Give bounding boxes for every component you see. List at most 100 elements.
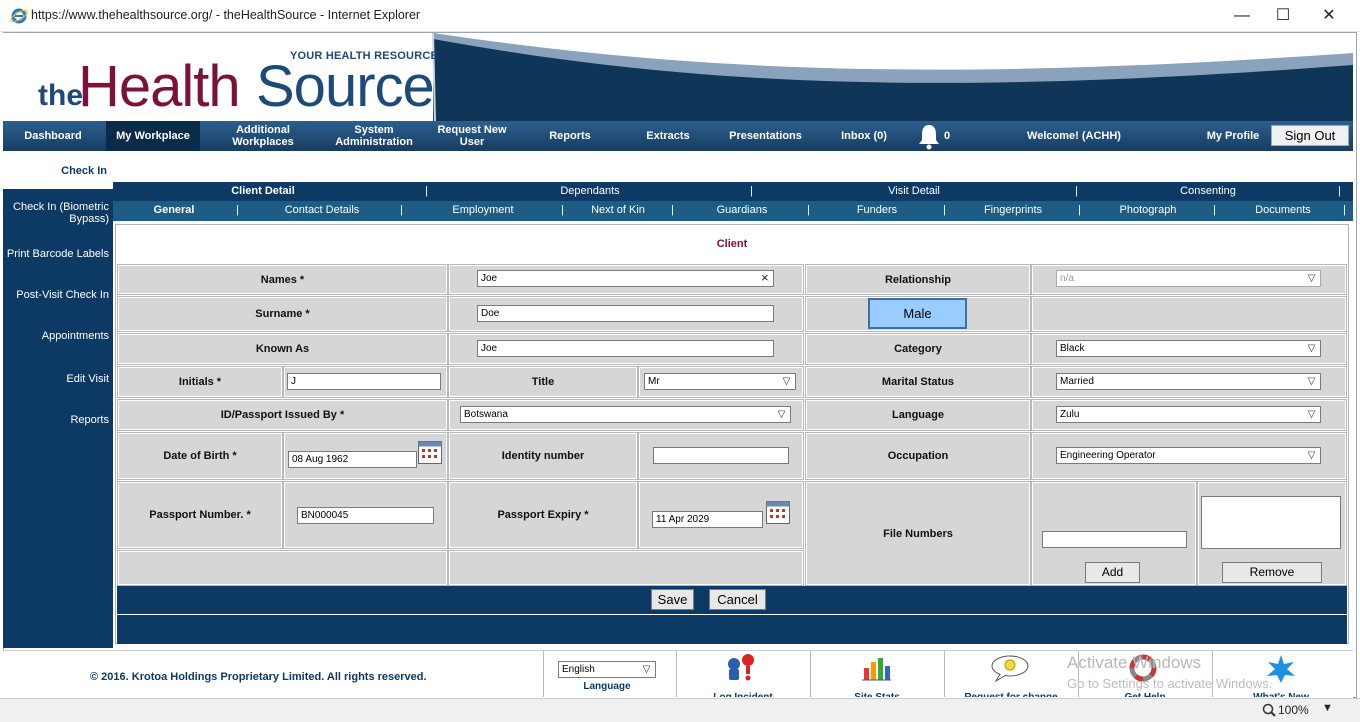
remove-file-number-button[interactable]: Remove: [1222, 562, 1322, 583]
cancel-button[interactable]: Cancel: [709, 589, 766, 610]
log-incident-link[interactable]: Log Incident: [680, 689, 806, 697]
chevron-down-icon: ▽: [1307, 376, 1316, 387]
maximize-button[interactable]: ☐: [1260, 4, 1306, 28]
sign-out-button[interactable]: Sign Out: [1271, 125, 1349, 146]
language-select[interactable]: Zulu ▽: [1056, 406, 1321, 423]
marital-status-label: Marital Status: [805, 366, 1031, 398]
request-for-change-link[interactable]: Request for change: [948, 689, 1074, 697]
empty-cell: [117, 550, 448, 586]
tab-dependants[interactable]: Dependants: [500, 182, 680, 201]
browser-title-bar: https://www.thehealthsource.org/ - theHe…: [0, 0, 1360, 32]
sidebar-item-edit-visit[interactable]: Edit Visit: [3, 373, 111, 385]
nav-system-administration[interactable]: System Administration: [323, 121, 425, 151]
category-select[interactable]: Black ▽: [1056, 340, 1321, 357]
chevron-down-icon: ▽: [1307, 450, 1316, 461]
initials-label: Initials *: [117, 366, 283, 398]
zoom-level[interactable]: 100%: [1278, 703, 1309, 717]
names-input[interactable]: Joe: [477, 270, 774, 287]
sidebar-item-post-visit[interactable]: Post-Visit Check In: [3, 289, 111, 301]
activate-windows-subtext: Go to Settings to activate Windows.: [1067, 676, 1273, 691]
chevron-down-icon: ▽: [1307, 343, 1316, 354]
known-as-label: Known As: [117, 333, 448, 365]
tab-consenting[interactable]: Consenting: [1118, 182, 1298, 201]
section-title: Client: [118, 227, 1346, 261]
nav-presentations[interactable]: Presentations: [718, 121, 813, 151]
calendar-icon[interactable]: [766, 501, 790, 524]
surname-label: Surname *: [117, 296, 448, 332]
initials-input[interactable]: J: [287, 373, 441, 390]
footer-language-value: English: [562, 664, 595, 675]
passport-number-label: Passport Number. *: [117, 481, 283, 549]
tab-visit-detail[interactable]: Visit Detail: [824, 182, 1004, 201]
file-number-list[interactable]: [1201, 496, 1341, 549]
gender-male-button[interactable]: Male: [868, 298, 967, 329]
file-number-input[interactable]: [1042, 531, 1187, 548]
tab-client-detail[interactable]: Client Detail: [173, 182, 353, 201]
nav-inbox[interactable]: Inbox (0): [828, 121, 900, 151]
empty-cell: [1031, 296, 1347, 332]
tab-next-of-kin[interactable]: Next of Kin: [578, 201, 658, 220]
tab-separator: |: [1338, 185, 1341, 197]
occupation-select[interactable]: Engineering Operator ▽: [1056, 447, 1321, 464]
id-issued-select[interactable]: Botswana ▽: [460, 406, 791, 423]
tab-employment[interactable]: Employment: [438, 201, 528, 220]
tab-photograph[interactable]: Photograph: [1108, 201, 1188, 220]
logo-source: Source: [256, 54, 435, 119]
tab-fingerprints[interactable]: Fingerprints: [973, 201, 1053, 220]
title-select[interactable]: Mr ▽: [644, 373, 796, 390]
identity-number-input[interactable]: [653, 447, 789, 464]
copyright-text: © 2016. Krotoa Holdings Proprietary Limi…: [90, 671, 427, 683]
sidebar-item-appointments[interactable]: Appointments: [3, 330, 111, 342]
title-value: Mr: [648, 376, 660, 387]
site-logo[interactable]: YOUR HEALTH RESOURCE the Health Source: [38, 39, 438, 119]
tab-contact-details[interactable]: Contact Details: [273, 201, 371, 220]
sidebar-item-reports[interactable]: Reports: [3, 414, 111, 426]
chevron-down-icon: ▽: [642, 664, 651, 675]
relationship-select[interactable]: n/a ▽: [1056, 270, 1321, 287]
tab-documents[interactable]: Documents: [1243, 201, 1323, 220]
nav-additional-workplaces[interactable]: Additional Workplaces: [218, 121, 308, 151]
surname-input[interactable]: Doe: [477, 305, 774, 322]
chevron-down-icon: ▽: [1307, 273, 1316, 284]
tab-funders[interactable]: Funders: [838, 201, 916, 220]
passport-number-input[interactable]: BN000045: [297, 507, 434, 524]
passport-expiry-input[interactable]: 11 Apr 2029: [652, 511, 763, 528]
nav-my-workplace[interactable]: My Workplace: [106, 121, 200, 151]
nav-my-profile[interactable]: My Profile: [1198, 121, 1268, 151]
logo-the: the: [38, 79, 83, 112]
chart-stats-icon[interactable]: [860, 654, 892, 682]
sidebar-item-check-in[interactable]: Check In: [61, 165, 107, 177]
primary-tabs: Client Detail | Dependants | Visit Detai…: [113, 182, 1353, 201]
sidebar-item-check-in-biometric[interactable]: Check In (Biometric Bypass): [3, 201, 111, 225]
nav-dashboard[interactable]: Dashboard: [3, 121, 103, 151]
zoom-dropdown-icon[interactable]: ▼: [1322, 702, 1333, 714]
site-stats-link[interactable]: Site Stats: [814, 689, 940, 697]
sidebar-check-in-tab[interactable]: Check In: [3, 151, 113, 189]
chevron-down-icon: ▽: [777, 409, 786, 420]
nav-request-new-user[interactable]: Request New User: [428, 121, 516, 151]
sidebar-item-print-barcode[interactable]: Print Barcode Labels: [3, 248, 111, 260]
dob-input[interactable]: 08 Aug 1962: [288, 451, 417, 468]
save-button[interactable]: Save: [651, 589, 694, 610]
zoom-icon: [1262, 703, 1276, 717]
nav-reports[interactable]: Reports: [530, 121, 610, 151]
marital-status-select[interactable]: Married ▽: [1056, 373, 1321, 390]
tab-separator: |: [671, 204, 674, 216]
footer-language-select[interactable]: English ▽: [558, 661, 656, 678]
tab-general[interactable]: General: [133, 201, 215, 220]
known-as-input[interactable]: Joe: [477, 340, 774, 357]
notification-count: 0: [943, 130, 951, 142]
logo-health: Health: [78, 54, 241, 119]
calendar-icon[interactable]: [418, 441, 442, 464]
idea-bubble-icon[interactable]: [990, 654, 1030, 682]
add-file-number-button[interactable]: Add: [1085, 562, 1140, 583]
tab-separator: |: [236, 204, 239, 216]
nav-extracts[interactable]: Extracts: [628, 121, 708, 151]
minimize-button[interactable]: —: [1219, 4, 1265, 28]
clear-icon[interactable]: ×: [761, 270, 769, 286]
tab-guardians[interactable]: Guardians: [703, 201, 781, 220]
incident-icon[interactable]: [722, 652, 760, 682]
bell-icon[interactable]: [915, 122, 943, 150]
file-numbers-label: File Numbers: [805, 481, 1031, 586]
close-window-button[interactable]: ✕: [1306, 4, 1352, 28]
